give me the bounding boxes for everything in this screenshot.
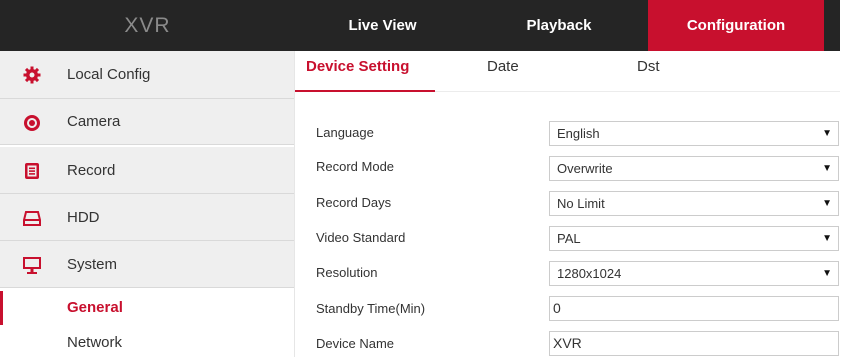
device-name-label: Device Name [316, 336, 395, 351]
dropdown-arrow-icon: ▼ [822, 198, 832, 209]
language-select[interactable]: English ▼ [549, 121, 839, 146]
monitor-icon [22, 255, 42, 275]
resolution-select-value: 1280x1024 [557, 266, 622, 281]
tab-playback[interactable]: Playback [470, 0, 648, 51]
sidebar-item-camera[interactable]: Camera [0, 99, 294, 145]
record-mode-select-value: Overwrite [557, 161, 613, 176]
video-standard-select-value: PAL [557, 231, 581, 246]
record-days-select-value: No Limit [557, 196, 605, 211]
sidebar-item-local-config[interactable]: Local Config [0, 51, 294, 99]
dropdown-arrow-icon: ▼ [822, 268, 832, 279]
tab-device-setting[interactable]: Device Setting [306, 58, 409, 92]
standby-time-input[interactable]: 0 [549, 296, 839, 321]
dropdown-arrow-icon: ▼ [822, 233, 832, 244]
record-mode-label: Record Mode [316, 159, 395, 174]
sidebar-item-label: Record [67, 161, 116, 179]
device-name-input-value: XVR [553, 335, 582, 351]
sidebar-item-label: Local Config [67, 66, 151, 83]
sidebar-subitem-label: Network [67, 334, 123, 351]
sidebar-item-system[interactable]: System [0, 241, 294, 288]
camera-lens-icon [22, 113, 42, 133]
sidebar-subitem-label: General [67, 299, 123, 316]
tab-live-view[interactable]: Live View [295, 0, 470, 51]
language-select-value: English [557, 126, 600, 141]
device-name-input[interactable]: XVR [549, 331, 839, 356]
standby-time-input-value: 0 [553, 300, 561, 316]
tab-dst[interactable]: Dst [637, 58, 660, 92]
app-logo: XVR [124, 14, 171, 37]
sidebar-item-record[interactable]: Record [0, 147, 294, 194]
language-label: Language [316, 125, 374, 140]
top-nav-bar: XVR Live View Playback Configuration [0, 0, 847, 58]
content-divider [294, 51, 295, 357]
record-mode-select[interactable]: Overwrite ▼ [549, 156, 839, 181]
tab-date[interactable]: Date [487, 58, 519, 92]
video-standard-select[interactable]: PAL ▼ [549, 226, 839, 251]
record-icon [22, 161, 42, 181]
video-standard-label: Video Standard [316, 230, 406, 245]
active-tab-indicator [295, 90, 435, 92]
tab-configuration[interactable]: Configuration [648, 0, 824, 51]
record-days-select[interactable]: No Limit ▼ [549, 191, 839, 216]
sidebar-item-hdd[interactable]: HDD [0, 194, 294, 241]
sidebar-subitem-general[interactable]: General [0, 291, 294, 325]
hdd-icon [22, 208, 42, 228]
resolution-label: Resolution [316, 265, 378, 280]
sidebar-subitem-network[interactable]: Network [0, 326, 294, 357]
dropdown-arrow-icon: ▼ [822, 128, 832, 139]
resolution-select[interactable]: 1280x1024 ▼ [549, 261, 839, 286]
standby-time-label: Standby Time(Min) [316, 301, 426, 316]
dropdown-arrow-icon: ▼ [822, 163, 832, 174]
sidebar: Local Config Camera Record HDD System Ge… [0, 51, 294, 357]
sidebar-item-label: Camera [67, 113, 121, 130]
sidebar-item-label: HDD [67, 208, 100, 226]
gear-icon [22, 65, 42, 85]
record-days-label: Record Days [316, 195, 392, 210]
sidebar-item-label: System [67, 255, 118, 273]
